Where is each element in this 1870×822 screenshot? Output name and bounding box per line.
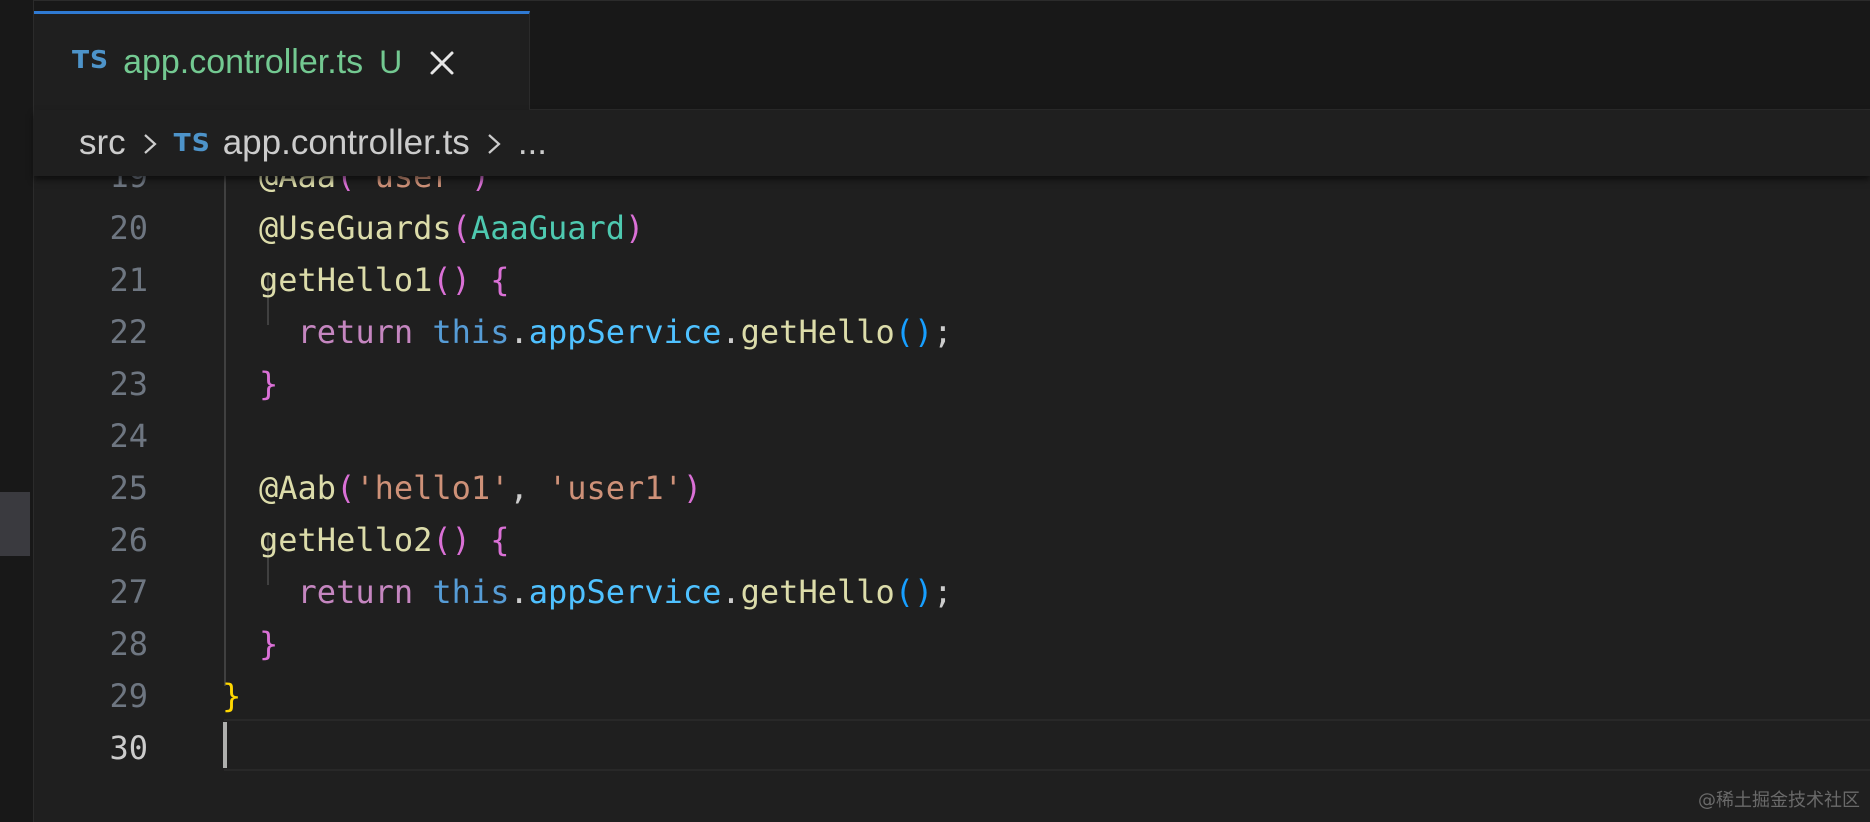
code-token: . — [721, 573, 741, 611]
code-token: getHello — [740, 573, 895, 611]
line-number: 28 — [109, 625, 148, 663]
code-line[interactable]: 30 — [34, 722, 1870, 774]
scroll-indicator[interactable] — [0, 492, 30, 556]
code-token: . — [509, 573, 529, 611]
code-text: @UseGuards(AaaGuard) — [259, 202, 644, 254]
code-text: return this.appService.getHello(); — [259, 566, 953, 618]
code-text: } — [259, 358, 278, 410]
breadcrumb-symbols[interactable]: ... — [518, 123, 547, 163]
code-text: return this.appService.getHello(); — [259, 306, 953, 358]
code-token: ; — [933, 573, 953, 611]
code-token: ) — [625, 209, 645, 247]
breadcrumb-folder-src[interactable]: src — [79, 123, 126, 163]
breadcrumb: src TS app.controller.ts ... — [34, 110, 1870, 176]
code-token: AaaGuard — [470, 209, 626, 247]
line-number: 30 — [109, 729, 148, 767]
code-line[interactable]: 27 return this.appService.getHello(); — [34, 566, 1870, 618]
line-number: 23 — [109, 365, 148, 403]
activity-bar-edge — [0, 0, 34, 822]
code-token: . — [509, 313, 529, 351]
code-line[interactable]: 21 getHello1() { — [34, 254, 1870, 306]
code-text: getHello2() { — [259, 514, 509, 566]
code-token: ) — [682, 469, 703, 507]
code-token: , — [509, 469, 548, 507]
code-token: ( — [336, 469, 356, 507]
code-text: } — [222, 670, 241, 722]
breadcrumb-file[interactable]: app.controller.ts — [223, 123, 470, 163]
code-token: () — [432, 521, 471, 559]
tab-bar: TS app.controller.ts U — [34, 0, 1870, 111]
line-number: 27 — [109, 573, 148, 611]
code-token: { — [490, 261, 510, 299]
line-number: 21 — [109, 261, 148, 299]
code-line[interactable]: 26 getHello2() { — [34, 514, 1870, 566]
code-line[interactable]: 24 — [34, 410, 1870, 462]
line-number: 20 — [109, 209, 148, 247]
code-token: } — [222, 677, 242, 715]
code-text: } — [259, 618, 278, 670]
watermark: @稀土掘金技术社区 — [1698, 790, 1860, 811]
code-token: { — [490, 521, 510, 559]
code-token: @UseGuards — [259, 209, 452, 247]
tab-label: app.controller.ts — [123, 43, 364, 81]
code-token: ( — [451, 209, 471, 247]
line-number: 24 — [109, 417, 148, 455]
tab-app-controller[interactable]: TS app.controller.ts U — [34, 11, 530, 111]
code-token: return — [297, 313, 414, 351]
close-icon[interactable] — [428, 49, 456, 77]
code-token: () — [432, 261, 471, 299]
code-token: this — [432, 573, 510, 611]
code-token: getHello1 — [259, 261, 433, 299]
code-token: 'user1' — [547, 469, 683, 507]
code-token: } — [259, 625, 279, 663]
code-token: @Aab — [259, 469, 337, 507]
line-number: 22 — [109, 313, 148, 351]
code-text: @Aab('hello1', 'user1') — [259, 462, 702, 514]
code-token: } — [259, 365, 279, 403]
typescript-file-icon: TS — [72, 45, 110, 74]
code-token: . — [721, 313, 741, 351]
code-token: appService — [528, 573, 722, 611]
code-editor[interactable]: 19 @Aaa('user') 20 @UseGuards(AaaGuard) 21 ge… — [34, 157, 1870, 822]
code-token: ; — [933, 313, 953, 351]
code-token: () — [894, 313, 934, 351]
line-number: 25 — [109, 469, 148, 507]
line-number: 26 — [109, 521, 148, 559]
untracked-status-badge: U — [379, 44, 403, 80]
code-line[interactable]: 28} — [34, 618, 1870, 670]
code-token: getHello — [740, 313, 895, 351]
code-token: appService — [528, 313, 722, 351]
code-line[interactable]: 22 return this.appService.getHello(); — [34, 306, 1870, 358]
code-line[interactable]: 29} — [34, 670, 1870, 722]
code-token: return — [297, 573, 414, 611]
text-cursor — [223, 722, 227, 768]
code-line[interactable]: 25 @Aab('hello1', 'user1') — [34, 462, 1870, 514]
line-number: 29 — [109, 677, 148, 715]
code-token: () — [894, 573, 934, 611]
chevron-right-icon — [484, 128, 504, 158]
code-token: this — [432, 313, 510, 351]
code-token: 'hello1' — [355, 469, 510, 507]
editor-window: TS app.controller.ts U src TS app.contro… — [0, 0, 1870, 822]
typescript-file-icon: TS — [173, 127, 211, 157]
code-text: getHello1() { — [259, 254, 509, 306]
code-token: getHello2 — [259, 521, 433, 559]
chevron-right-icon — [140, 128, 160, 158]
code-line[interactable]: 23} — [34, 358, 1870, 410]
code-line[interactable]: 20 @UseGuards(AaaGuard) — [34, 202, 1870, 254]
